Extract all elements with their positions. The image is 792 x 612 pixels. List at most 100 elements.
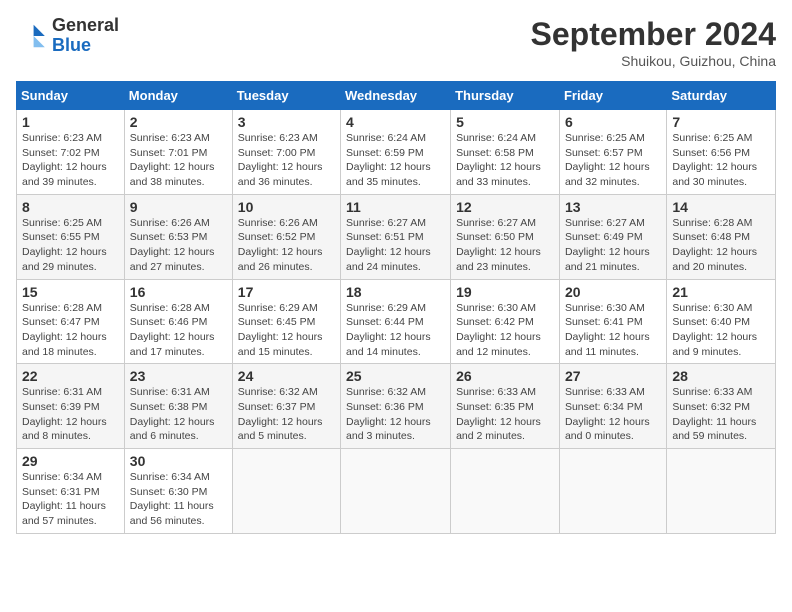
calendar-day-15: 15 Sunrise: 6:28 AM Sunset: 6:47 PM Dayl…: [17, 279, 125, 364]
calendar-day-7: 7 Sunrise: 6:25 AM Sunset: 6:56 PM Dayli…: [667, 110, 776, 195]
calendar-day-21: 21 Sunrise: 6:30 AM Sunset: 6:40 PM Dayl…: [667, 279, 776, 364]
day-info: Sunrise: 6:28 AM Sunset: 6:48 PM Dayligh…: [672, 216, 770, 275]
empty-cell: [232, 449, 340, 534]
day-number: 19: [456, 284, 554, 300]
calendar-table: SundayMondayTuesdayWednesdayThursdayFrid…: [16, 81, 776, 534]
day-info: Sunrise: 6:33 AM Sunset: 6:35 PM Dayligh…: [456, 385, 554, 444]
day-info: Sunrise: 6:27 AM Sunset: 6:50 PM Dayligh…: [456, 216, 554, 275]
day-info: Sunrise: 6:29 AM Sunset: 6:45 PM Dayligh…: [238, 301, 335, 360]
day-info: Sunrise: 6:30 AM Sunset: 6:40 PM Dayligh…: [672, 301, 770, 360]
calendar-week-4: 22 Sunrise: 6:31 AM Sunset: 6:39 PM Dayl…: [17, 364, 776, 449]
empty-cell: [341, 449, 451, 534]
calendar-day-6: 6 Sunrise: 6:25 AM Sunset: 6:57 PM Dayli…: [559, 110, 666, 195]
day-number: 7: [672, 114, 770, 130]
day-number: 20: [565, 284, 661, 300]
calendar-day-27: 27 Sunrise: 6:33 AM Sunset: 6:34 PM Dayl…: [559, 364, 666, 449]
day-info: Sunrise: 6:28 AM Sunset: 6:47 PM Dayligh…: [22, 301, 119, 360]
day-number: 16: [130, 284, 227, 300]
weekday-header-sunday: Sunday: [17, 82, 125, 110]
calendar-day-1: 1 Sunrise: 6:23 AM Sunset: 7:02 PM Dayli…: [17, 110, 125, 195]
calendar-day-26: 26 Sunrise: 6:33 AM Sunset: 6:35 PM Dayl…: [451, 364, 560, 449]
calendar-day-19: 19 Sunrise: 6:30 AM Sunset: 6:42 PM Dayl…: [451, 279, 560, 364]
calendar-week-5: 29 Sunrise: 6:34 AM Sunset: 6:31 PM Dayl…: [17, 449, 776, 534]
calendar-day-3: 3 Sunrise: 6:23 AM Sunset: 7:00 PM Dayli…: [232, 110, 340, 195]
title-block: September 2024 Shuikou, Guizhou, China: [531, 16, 776, 69]
day-number: 1: [22, 114, 119, 130]
day-info: Sunrise: 6:28 AM Sunset: 6:46 PM Dayligh…: [130, 301, 227, 360]
day-info: Sunrise: 6:29 AM Sunset: 6:44 PM Dayligh…: [346, 301, 445, 360]
day-info: Sunrise: 6:27 AM Sunset: 6:51 PM Dayligh…: [346, 216, 445, 275]
calendar-week-2: 8 Sunrise: 6:25 AM Sunset: 6:55 PM Dayli…: [17, 194, 776, 279]
empty-cell: [667, 449, 776, 534]
calendar-day-5: 5 Sunrise: 6:24 AM Sunset: 6:58 PM Dayli…: [451, 110, 560, 195]
logo-text: General Blue: [52, 16, 119, 56]
day-info: Sunrise: 6:33 AM Sunset: 6:32 PM Dayligh…: [672, 385, 770, 444]
calendar-day-11: 11 Sunrise: 6:27 AM Sunset: 6:51 PM Dayl…: [341, 194, 451, 279]
calendar-day-12: 12 Sunrise: 6:27 AM Sunset: 6:50 PM Dayl…: [451, 194, 560, 279]
calendar-day-10: 10 Sunrise: 6:26 AM Sunset: 6:52 PM Dayl…: [232, 194, 340, 279]
day-number: 18: [346, 284, 445, 300]
day-number: 5: [456, 114, 554, 130]
day-number: 25: [346, 368, 445, 384]
calendar-day-17: 17 Sunrise: 6:29 AM Sunset: 6:45 PM Dayl…: [232, 279, 340, 364]
calendar-header-row: SundayMondayTuesdayWednesdayThursdayFrid…: [17, 82, 776, 110]
day-number: 2: [130, 114, 227, 130]
day-number: 17: [238, 284, 335, 300]
calendar-day-4: 4 Sunrise: 6:24 AM Sunset: 6:59 PM Dayli…: [341, 110, 451, 195]
day-info: Sunrise: 6:23 AM Sunset: 7:01 PM Dayligh…: [130, 131, 227, 190]
calendar-day-2: 2 Sunrise: 6:23 AM Sunset: 7:01 PM Dayli…: [124, 110, 232, 195]
calendar-day-8: 8 Sunrise: 6:25 AM Sunset: 6:55 PM Dayli…: [17, 194, 125, 279]
logo: General Blue: [16, 16, 119, 56]
month-title: September 2024: [531, 16, 776, 53]
empty-cell: [451, 449, 560, 534]
day-number: 10: [238, 199, 335, 215]
day-info: Sunrise: 6:25 AM Sunset: 6:57 PM Dayligh…: [565, 131, 661, 190]
day-number: 13: [565, 199, 661, 215]
calendar-day-9: 9 Sunrise: 6:26 AM Sunset: 6:53 PM Dayli…: [124, 194, 232, 279]
day-info: Sunrise: 6:32 AM Sunset: 6:36 PM Dayligh…: [346, 385, 445, 444]
day-number: 21: [672, 284, 770, 300]
weekday-header-saturday: Saturday: [667, 82, 776, 110]
day-info: Sunrise: 6:26 AM Sunset: 6:53 PM Dayligh…: [130, 216, 227, 275]
calendar-day-22: 22 Sunrise: 6:31 AM Sunset: 6:39 PM Dayl…: [17, 364, 125, 449]
day-number: 14: [672, 199, 770, 215]
calendar-day-28: 28 Sunrise: 6:33 AM Sunset: 6:32 PM Dayl…: [667, 364, 776, 449]
empty-cell: [559, 449, 666, 534]
day-info: Sunrise: 6:27 AM Sunset: 6:49 PM Dayligh…: [565, 216, 661, 275]
day-number: 9: [130, 199, 227, 215]
day-number: 28: [672, 368, 770, 384]
page-header: General Blue September 2024 Shuikou, Gui…: [16, 16, 776, 69]
weekday-header-monday: Monday: [124, 82, 232, 110]
weekday-header-thursday: Thursday: [451, 82, 560, 110]
day-info: Sunrise: 6:30 AM Sunset: 6:41 PM Dayligh…: [565, 301, 661, 360]
calendar-day-20: 20 Sunrise: 6:30 AM Sunset: 6:41 PM Dayl…: [559, 279, 666, 364]
day-info: Sunrise: 6:24 AM Sunset: 6:58 PM Dayligh…: [456, 131, 554, 190]
day-info: Sunrise: 6:31 AM Sunset: 6:38 PM Dayligh…: [130, 385, 227, 444]
day-number: 4: [346, 114, 445, 130]
calendar-day-16: 16 Sunrise: 6:28 AM Sunset: 6:46 PM Dayl…: [124, 279, 232, 364]
logo-icon: [16, 20, 48, 52]
weekday-header-friday: Friday: [559, 82, 666, 110]
calendar-day-24: 24 Sunrise: 6:32 AM Sunset: 6:37 PM Dayl…: [232, 364, 340, 449]
day-info: Sunrise: 6:30 AM Sunset: 6:42 PM Dayligh…: [456, 301, 554, 360]
day-number: 12: [456, 199, 554, 215]
day-number: 29: [22, 453, 119, 469]
day-info: Sunrise: 6:24 AM Sunset: 6:59 PM Dayligh…: [346, 131, 445, 190]
day-info: Sunrise: 6:25 AM Sunset: 6:55 PM Dayligh…: [22, 216, 119, 275]
day-number: 22: [22, 368, 119, 384]
calendar-day-14: 14 Sunrise: 6:28 AM Sunset: 6:48 PM Dayl…: [667, 194, 776, 279]
day-info: Sunrise: 6:25 AM Sunset: 6:56 PM Dayligh…: [672, 131, 770, 190]
day-info: Sunrise: 6:32 AM Sunset: 6:37 PM Dayligh…: [238, 385, 335, 444]
day-number: 30: [130, 453, 227, 469]
day-number: 11: [346, 199, 445, 215]
day-number: 8: [22, 199, 119, 215]
day-number: 27: [565, 368, 661, 384]
day-info: Sunrise: 6:23 AM Sunset: 7:00 PM Dayligh…: [238, 131, 335, 190]
day-info: Sunrise: 6:23 AM Sunset: 7:02 PM Dayligh…: [22, 131, 119, 190]
calendar-day-29: 29 Sunrise: 6:34 AM Sunset: 6:31 PM Dayl…: [17, 449, 125, 534]
weekday-header-wednesday: Wednesday: [341, 82, 451, 110]
day-number: 3: [238, 114, 335, 130]
location: Shuikou, Guizhou, China: [531, 53, 776, 69]
calendar-week-3: 15 Sunrise: 6:28 AM Sunset: 6:47 PM Dayl…: [17, 279, 776, 364]
day-info: Sunrise: 6:31 AM Sunset: 6:39 PM Dayligh…: [22, 385, 119, 444]
